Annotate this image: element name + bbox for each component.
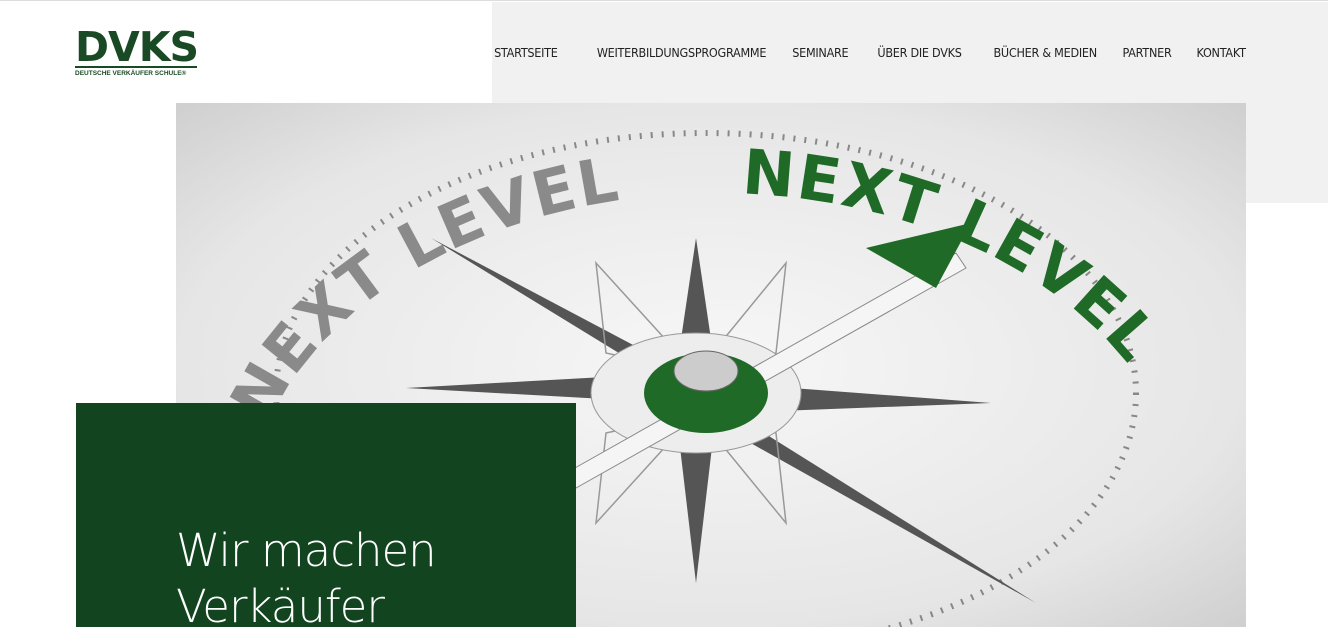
main-nav: STARTSEITE WEITERBILDUNGSPROGRAMME SEMIN… [487, 45, 1246, 60]
logo[interactable]: DVKS DEUTSCHE VERKÄUFER SCHULE® [75, 27, 199, 77]
nav-seminare[interactable]: SEMINARE [792, 45, 848, 60]
nav-weiterbildungsprogramme[interactable]: WEITERBILDUNGSPROGRAMME [596, 45, 766, 60]
hero-headline: Wir machen Verkäufer [176, 524, 437, 633]
nav-ueber-die-dvks[interactable]: ÜBER DIE DVKS [878, 45, 963, 60]
hero-text-box: Wir machen Verkäufer [76, 403, 576, 633]
nav-partner[interactable]: PARTNER [1122, 45, 1171, 60]
nav-kontakt[interactable]: KONTAKT [1197, 45, 1246, 60]
nav-buecher-medien[interactable]: BÜCHER & MEDIEN [993, 45, 1097, 60]
nav-startseite[interactable]: STARTSEITE [494, 45, 558, 60]
